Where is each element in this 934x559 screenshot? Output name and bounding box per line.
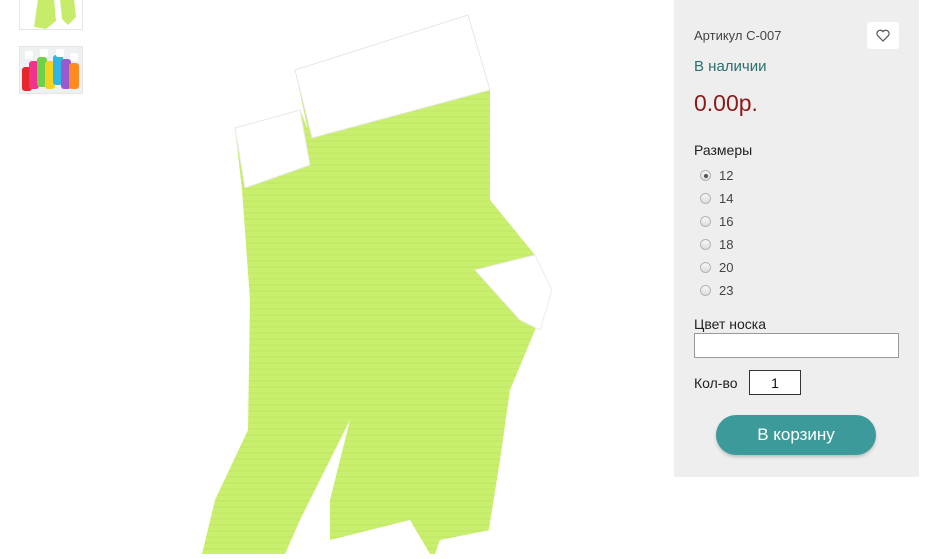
price: 0.00р. xyxy=(694,90,758,116)
size-option-20[interactable]: 20 xyxy=(700,256,733,279)
size-option-16[interactable]: 16 xyxy=(700,210,733,233)
size-options: 12 14 16 18 20 23 xyxy=(700,164,733,302)
product-main-image[interactable] xyxy=(190,0,580,554)
sizes-title: Размеры xyxy=(694,142,753,158)
multicolor-socks-thumbnail-icon xyxy=(20,47,82,93)
thumbnail-multicolor-socks[interactable] xyxy=(19,46,83,94)
green-socks-photo-icon xyxy=(202,14,553,554)
size-option-18[interactable]: 18 xyxy=(700,233,733,256)
size-label: 12 xyxy=(719,168,734,183)
size-label: 23 xyxy=(719,283,734,298)
thumbnail-green-sock[interactable] xyxy=(19,0,83,30)
quantity-input[interactable] xyxy=(749,370,801,395)
size-radio-23[interactable] xyxy=(700,285,711,296)
add-to-cart-button[interactable]: В корзину xyxy=(716,415,876,455)
size-option-12[interactable]: 12 xyxy=(700,164,733,187)
size-label: 20 xyxy=(719,260,734,275)
sku-label: Артикул С-007 xyxy=(694,28,782,43)
size-label: 18 xyxy=(719,237,734,252)
sock-color-label: Цвет носка xyxy=(694,316,766,332)
favorite-button[interactable] xyxy=(867,22,899,49)
quantity-label: Кол-во xyxy=(694,375,738,391)
size-label: 14 xyxy=(719,191,734,206)
size-radio-14[interactable] xyxy=(700,193,711,204)
size-radio-12[interactable] xyxy=(700,170,711,181)
sock-color-input[interactable] xyxy=(694,333,899,358)
size-option-14[interactable]: 14 xyxy=(700,187,733,210)
size-radio-18[interactable] xyxy=(700,239,711,250)
size-option-23[interactable]: 23 xyxy=(700,279,733,302)
green-sock-thumbnail-icon xyxy=(20,0,82,29)
stock-status: В наличии xyxy=(694,58,767,75)
product-info-panel: Артикул С-007 В наличии 0.00р. Размеры 1… xyxy=(674,0,919,477)
size-label: 16 xyxy=(719,214,734,229)
size-radio-16[interactable] xyxy=(700,216,711,227)
heart-icon xyxy=(876,29,890,42)
size-radio-20[interactable] xyxy=(700,262,711,273)
